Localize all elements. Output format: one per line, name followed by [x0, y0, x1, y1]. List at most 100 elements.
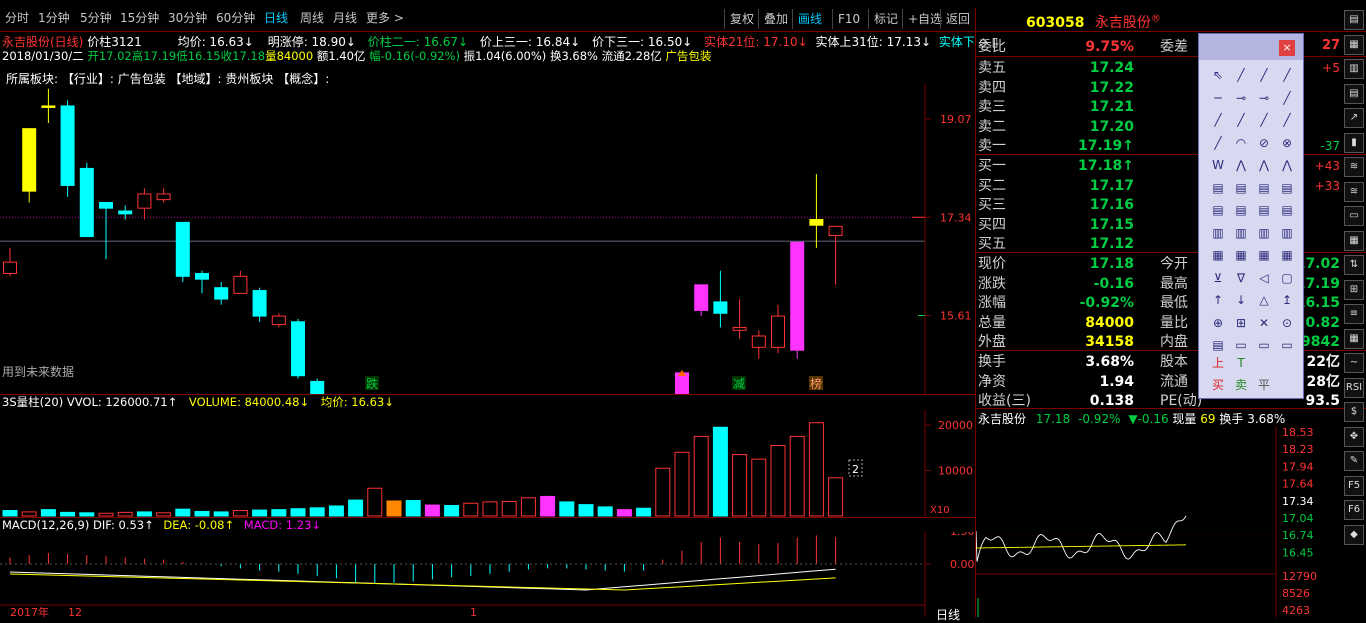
draw-tool-icon[interactable]: ╱ — [1255, 66, 1273, 84]
draw-tool-icon[interactable]: ▥ — [1232, 224, 1250, 242]
draw-tool-icon[interactable]: ▦ — [1232, 246, 1250, 264]
draw-tool-icon[interactable]: ╱ — [1232, 66, 1250, 84]
draw-tool-bottom[interactable]: T — [1232, 354, 1250, 372]
side-tool-icon[interactable]: ▦ — [1344, 34, 1364, 55]
draw-tool-icon[interactable]: ▤ — [1255, 179, 1273, 197]
side-tool-icon[interactable]: F6 — [1344, 500, 1364, 520]
intraday-mini-chart[interactable]: 18.53 18.23 17.94 17.64 17.34 17.04 16.74 16.45… — [976, 426, 1366, 617]
draw-tool-icon[interactable]: ▤ — [1232, 201, 1250, 219]
draw-tool-icon[interactable]: ▭ — [1232, 336, 1250, 354]
kline-chart[interactable]: 19.0717.3415.6114.0512.64用到未来数据13.28 - 1… — [0, 84, 976, 394]
draw-tool-icon[interactable]: ╱ — [1209, 134, 1227, 152]
bottom-period-label[interactable]: 日线 — [936, 606, 960, 623]
draw-tool-bottom[interactable]: 平 — [1255, 376, 1273, 394]
draw-tool-icon[interactable]: ▤ — [1232, 179, 1250, 197]
tool-button-6[interactable]: 返回 — [940, 9, 975, 29]
draw-tool-icon[interactable]: ↓ — [1232, 291, 1250, 309]
side-tool-icon[interactable]: ≡ — [1344, 304, 1364, 324]
tool-button-2[interactable]: 画线 — [792, 9, 827, 29]
period-6[interactable]: 日线 — [264, 9, 288, 26]
side-tool-icon[interactable]: ▮ — [1344, 132, 1364, 153]
draw-tool-icon[interactable]: ▤ — [1209, 336, 1227, 354]
draw-tool-icon[interactable]: ▦ — [1209, 246, 1227, 264]
draw-tool-icon[interactable]: ▥ — [1209, 224, 1227, 242]
side-tool-icon[interactable]: ✥ — [1344, 426, 1364, 447]
period-7[interactable]: 周线 — [300, 9, 324, 26]
tool-button-3[interactable]: F10 — [832, 9, 865, 29]
draw-tool-icon[interactable]: ▥ — [1278, 224, 1296, 242]
draw-tool-bottom[interactable]: 买 — [1209, 376, 1227, 394]
draw-tool-icon[interactable]: ▤ — [1278, 201, 1296, 219]
period-8[interactable]: 月线 — [333, 9, 357, 26]
side-tool-icon[interactable]: ▭ — [1344, 206, 1364, 226]
draw-tool-icon[interactable]: ╱ — [1232, 111, 1250, 129]
side-tool-icon[interactable]: ✎ — [1344, 451, 1364, 471]
draw-tool-icon[interactable]: ∇ — [1232, 269, 1250, 287]
draw-tool-icon[interactable]: ▤ — [1209, 179, 1227, 197]
draw-tool-icon[interactable]: ⇖ — [1209, 66, 1227, 84]
draw-tool-icon[interactable]: ▦ — [1255, 246, 1273, 264]
period-2[interactable]: 5分钟 — [80, 9, 112, 26]
draw-tool-icon[interactable]: ⊸ — [1232, 89, 1250, 107]
draw-tool-icon[interactable]: ↑ — [1209, 291, 1227, 309]
draw-tool-icon[interactable]: ✕ — [1255, 314, 1273, 332]
draw-tool-icon[interactable]: ▭ — [1255, 336, 1273, 354]
side-tool-icon[interactable]: ▤ — [1344, 83, 1364, 104]
side-tool-icon[interactable]: F5 — [1344, 475, 1364, 496]
draw-tool-icon[interactable]: ─ — [1209, 89, 1227, 107]
close-icon[interactable]: × — [1279, 40, 1295, 56]
draw-tool-icon[interactable]: ⋀ — [1232, 156, 1250, 174]
draw-tool-bottom[interactable]: 卖 — [1232, 376, 1250, 394]
side-tool-icon[interactable]: $ — [1344, 402, 1364, 422]
draw-tool-icon[interactable]: △ — [1255, 291, 1273, 309]
side-tool-icon[interactable]: ≋ — [1344, 157, 1364, 177]
draw-tool-icon[interactable]: ▢ — [1278, 269, 1296, 287]
draw-tool-icon[interactable]: ⊻ — [1209, 269, 1227, 287]
tool-button-1[interactable]: 叠加 — [758, 9, 793, 29]
volume-chart[interactable]: 20000 10000 X10 2 — [0, 410, 976, 518]
draw-tool-icon[interactable]: ⊙ — [1278, 314, 1296, 332]
draw-tool-icon[interactable]: ▦ — [1278, 246, 1296, 264]
side-tool-icon[interactable]: ◆ — [1344, 524, 1364, 545]
draw-tool-icon[interactable]: ▭ — [1278, 336, 1296, 354]
side-tool-icon[interactable]: ▤ — [1344, 10, 1364, 30]
draw-tool-icon[interactable]: ⊸ — [1255, 89, 1273, 107]
tool-button-0[interactable]: 复权 — [724, 9, 759, 29]
side-tool-icon[interactable]: ⇅ — [1344, 255, 1364, 275]
side-tool-icon[interactable]: ▦ — [1344, 230, 1364, 251]
draw-tool-bottom[interactable]: 上 — [1209, 354, 1227, 372]
draw-tool-icon[interactable]: ⊘ — [1255, 134, 1273, 152]
draw-tool-icon[interactable]: ⋀ — [1255, 156, 1273, 174]
draw-tool-icon[interactable]: ▤ — [1255, 201, 1273, 219]
side-tool-icon[interactable]: RSI — [1344, 377, 1364, 398]
draw-tool-icon[interactable]: ⊗ — [1278, 134, 1296, 152]
draw-tool-icon[interactable]: ╱ — [1278, 111, 1296, 129]
draw-tool-icon[interactable]: ╱ — [1255, 111, 1273, 129]
draw-tool-icon[interactable]: ╱ — [1278, 66, 1296, 84]
draw-tool-icon[interactable]: ⊕ — [1209, 314, 1227, 332]
side-tool-icon[interactable]: ↗ — [1344, 108, 1364, 128]
draw-tool-icon[interactable]: ↥ — [1278, 291, 1296, 309]
period-4[interactable]: 30分钟 — [168, 9, 207, 26]
period-0[interactable]: 分时 — [5, 9, 29, 26]
tool-button-4[interactable]: 标记 — [868, 9, 903, 29]
draw-tool-icon[interactable]: ⋀ — [1278, 156, 1296, 174]
period-3[interactable]: 15分钟 — [120, 9, 159, 26]
period-9[interactable]: 更多 > — [366, 9, 404, 26]
side-tool-icon[interactable]: ~ — [1344, 353, 1364, 373]
draw-tool-icon[interactable]: ╱ — [1278, 89, 1296, 107]
side-tool-icon[interactable]: ≋ — [1344, 181, 1364, 202]
draw-tool-icon[interactable]: ▤ — [1209, 201, 1227, 219]
side-tool-icon[interactable]: ▦ — [1344, 328, 1364, 349]
period-1[interactable]: 1分钟 — [38, 9, 70, 26]
draw-tool-icon[interactable]: ▥ — [1255, 224, 1273, 242]
draw-tool-icon[interactable]: ▤ — [1278, 179, 1296, 197]
draw-tool-icon[interactable]: ◁ — [1255, 269, 1273, 287]
period-5[interactable]: 60分钟 — [216, 9, 255, 26]
draw-tool-icon[interactable]: ◠ — [1232, 134, 1250, 152]
draw-tool-icon[interactable]: ╱ — [1209, 111, 1227, 129]
stock-title[interactable]: 永吉股份(日线) — [2, 35, 83, 49]
macd-chart[interactable]: 1.50 0.00 2017年 12 1 — [0, 532, 976, 617]
side-tool-icon[interactable]: ▥ — [1344, 59, 1364, 79]
draw-tool-icon[interactable]: W — [1209, 156, 1227, 174]
